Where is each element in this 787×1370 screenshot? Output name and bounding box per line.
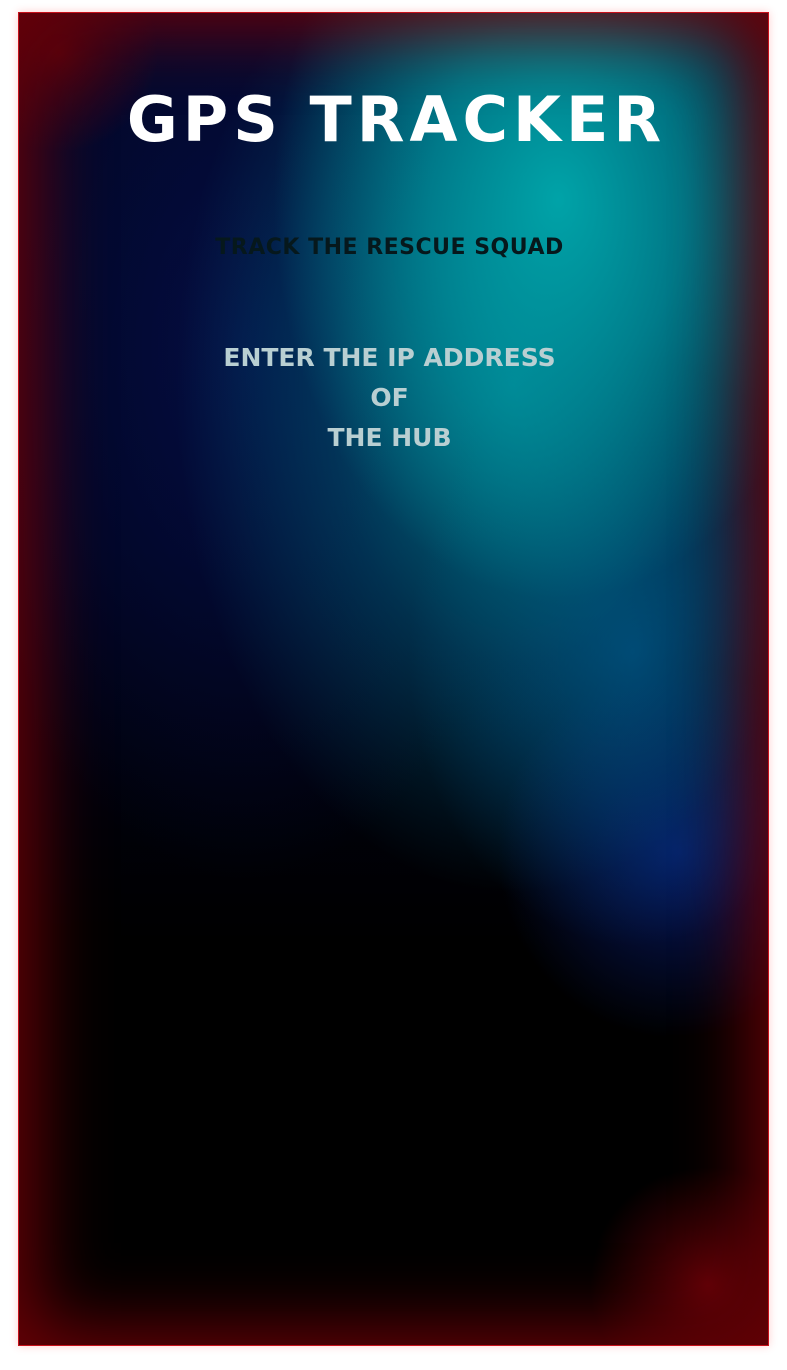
prompt-line-2: OF	[370, 383, 409, 412]
subtitle: TRACK THE RESCUE SQUAD	[215, 235, 564, 260]
prompt-line-1: ENTER THE IP ADDRESS	[223, 343, 556, 372]
app-screen: GPS TRACKER TRACK THE RESCUE SQUAD ENTER…	[18, 12, 769, 1346]
app-title: GPS TRACKER	[126, 83, 667, 156]
prompt-line-3: THE HUB	[327, 423, 452, 452]
main-content: GPS TRACKER TRACK THE RESCUE SQUAD ENTER…	[19, 13, 768, 1345]
ip-address-prompt: ENTER THE IP ADDRESS OF THE HUB	[19, 338, 768, 458]
